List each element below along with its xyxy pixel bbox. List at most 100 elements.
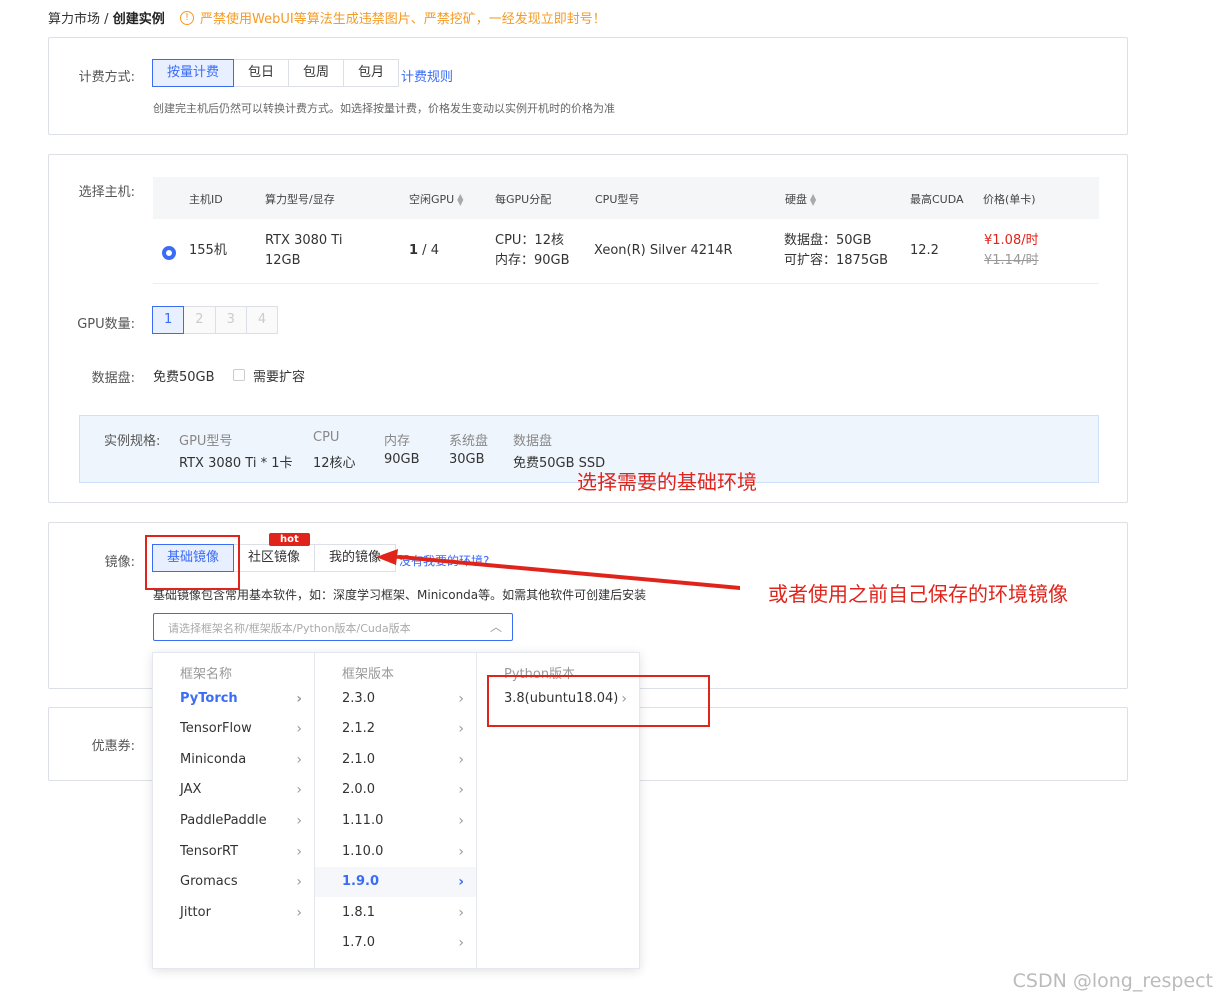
- chevron-right-icon: ›: [296, 721, 302, 737]
- tab-community-image[interactable]: 社区镜像: [233, 544, 316, 572]
- chevron-right-icon: ›: [458, 782, 464, 798]
- billing-option-monthly[interactable]: 包月: [343, 59, 400, 87]
- version-1-9-0[interactable]: 1.9.0 ›: [315, 867, 476, 897]
- gpu-count-4[interactable]: 4: [245, 306, 279, 334]
- version-2-3-0[interactable]: 2.3.0 ›: [315, 684, 476, 714]
- data-disk-label: 数据盘:: [91, 371, 135, 386]
- breadcrumb-separator: /: [104, 12, 109, 27]
- image-select-placeholder: 请选择框架名称/框架版本/Python版本/Cuda版本: [168, 622, 411, 635]
- billing-rules-link[interactable]: 计费规则: [401, 66, 453, 85]
- version-2-0-0[interactable]: 2.0.0 ›: [315, 775, 476, 805]
- expand-label[interactable]: 需要扩容: [253, 366, 305, 385]
- version-header: 框架版本: [342, 667, 395, 682]
- chevron-right-icon: ›: [458, 752, 464, 768]
- framework-jax[interactable]: JAX ›: [153, 775, 314, 805]
- framework-jittor[interactable]: Jittor ›: [153, 898, 314, 928]
- image-select[interactable]: 请选择框架名称/框架版本/Python版本/Cuda版本 ︿: [153, 613, 513, 641]
- col-cpu-model: CPU型号: [595, 193, 640, 206]
- billing-option-daily[interactable]: 包日: [233, 59, 290, 87]
- gpu-count-2[interactable]: 2: [183, 306, 216, 334]
- version-2-1-2[interactable]: 2.1.2 ›: [315, 714, 476, 744]
- watermark: CSDN @long_respect: [1012, 970, 1213, 992]
- col-gpu-alloc: 每GPU分配: [495, 193, 552, 206]
- framework-tensorrt[interactable]: TensorRT ›: [153, 837, 314, 867]
- host-price: ¥1.08/时 ¥1.14/时: [984, 233, 1039, 268]
- host-cuda: 12.2: [910, 243, 939, 258]
- chevron-up-icon: ︿: [489, 620, 502, 634]
- version-1-8-1[interactable]: 1.8.1 ›: [315, 898, 476, 928]
- tab-base-image[interactable]: 基础镜像: [152, 544, 235, 572]
- chevron-right-icon: ›: [296, 813, 302, 829]
- chevron-right-icon: ›: [458, 874, 464, 890]
- warning-text: 严禁使用WebUI等算法生成违禁图片、严禁挖矿，一经发现立即封号！: [200, 12, 606, 27]
- billing-option-weekly[interactable]: 包周: [288, 59, 345, 87]
- spec-v-mem: 90GB: [384, 452, 420, 467]
- framework-header: 框架名称: [180, 667, 233, 682]
- col-free-gpu[interactable]: 空闲GPU ▲ ▼: [409, 191, 463, 207]
- annotation-text-my-image: 或者使用之前自己保存的环境镜像: [768, 582, 1068, 606]
- framework-gromacs[interactable]: Gromacs ›: [153, 867, 314, 897]
- sort-icon[interactable]: ▲ ▼: [810, 193, 816, 207]
- version-1-10-0[interactable]: 1.10.0 ›: [315, 837, 476, 867]
- host-model: RTX 3080 Ti 12GB: [265, 233, 343, 268]
- warning-icon: !: [180, 10, 194, 25]
- framework-miniconda[interactable]: Miniconda ›: [153, 745, 314, 775]
- gpu-count-1[interactable]: 1: [152, 306, 185, 334]
- coupon-label: 优惠券:: [91, 739, 135, 754]
- spec-v-sys: 30GB: [449, 452, 485, 467]
- chevron-right-icon: ›: [458, 905, 464, 921]
- sort-icon[interactable]: ▲ ▼: [457, 193, 463, 207]
- host-id[interactable]: 155机: [189, 241, 227, 261]
- chevron-right-icon: ›: [458, 721, 464, 737]
- chevron-right-icon: ›: [296, 844, 302, 860]
- host-alloc: CPU：12核 内存：90GB: [495, 233, 570, 268]
- framework-tensorflow[interactable]: TensorFlow ›: [153, 714, 314, 744]
- billing-options: 按量计费 包日 包周 包月: [152, 59, 400, 87]
- breadcrumb-current: 创建实例: [112, 12, 165, 27]
- billing-label: 计费方式:: [78, 70, 135, 85]
- hot-badge: hot: [269, 533, 310, 546]
- version-1-7-0[interactable]: 1.7.0 ›: [315, 928, 476, 958]
- warning-banner: ! 严禁使用WebUI等算法生成违禁图片、严禁挖矿，一经发现立即封号！: [180, 8, 606, 27]
- chevron-right-icon: ›: [458, 691, 464, 707]
- chevron-right-icon: ›: [458, 935, 464, 951]
- chevron-right-icon: ›: [296, 782, 302, 798]
- version-1-11-0[interactable]: 1.11.0 ›: [315, 806, 476, 836]
- col-disk[interactable]: 硬盘 ▲ ▼: [785, 191, 816, 207]
- spec-v-cpu: 12核心: [313, 456, 356, 471]
- host-label: 选择主机:: [78, 185, 135, 200]
- chevron-right-icon: ›: [296, 905, 302, 921]
- gpu-count-label: GPU数量:: [77, 317, 135, 332]
- framework-pytorch[interactable]: PyTorch ›: [153, 684, 314, 714]
- host-radio[interactable]: [162, 246, 176, 260]
- spec-h-sys: 系统盘: [449, 434, 489, 449]
- gpu-count-options: 1 2 3 4: [152, 306, 279, 334]
- annotation-text-base-env: 选择需要的基础环境: [577, 470, 757, 494]
- data-disk-free: 免费50GB: [153, 370, 215, 385]
- host-disk: 数据盘：50GB 可扩容：1875GB: [784, 233, 889, 268]
- spec-h-mem: 内存: [384, 434, 411, 449]
- gpu-count-3[interactable]: 3: [214, 306, 247, 334]
- chevron-right-icon: ›: [296, 752, 302, 768]
- billing-option-payg[interactable]: 按量计费: [152, 59, 235, 87]
- billing-hint: 创建完主机后仍然可以转换计费方式。如选择按量计费，价格发生变动以实例开机时的价格…: [153, 102, 615, 115]
- spec-h-data: 数据盘: [513, 434, 553, 449]
- row-divider: [153, 283, 1099, 284]
- version-2-1-0[interactable]: 2.1.0 ›: [315, 745, 476, 775]
- col-price: 价格(单卡): [983, 193, 1036, 206]
- spec-h-cpu: CPU: [313, 430, 340, 445]
- breadcrumb-root[interactable]: 算力市场: [48, 12, 100, 27]
- framework-paddlepaddle[interactable]: PaddlePaddle ›: [153, 806, 314, 836]
- host-cpu-model: Xeon(R) Silver 4214R: [594, 243, 733, 258]
- spec-label: 实例规格:: [104, 434, 161, 449]
- col-host-id: 主机ID: [189, 193, 223, 206]
- image-tabs: 基础镜像 社区镜像 我的镜像: [152, 544, 397, 572]
- version-column: 框架版本 2.3.0 › 2.1.2 › 2.1.0 › 2.0.0 › 1.11.0 ›…: [315, 653, 477, 968]
- image-label: 镜像:: [104, 555, 135, 570]
- host-table-header: 主机ID 算力型号/显存 空闲GPU ▲ ▼ 每GPU分配 CPU型号 硬盘 ▲ ▼ 最…: [153, 177, 1099, 219]
- spec-v-gpu: RTX 3080 Ti * 1卡: [179, 456, 293, 471]
- host-card: 选择主机: 主机ID 算力型号/显存 空闲GPU ▲ ▼ 每GPU分配 CPU型号 …: [48, 154, 1128, 503]
- spec-h-gpu: GPU型号: [179, 434, 233, 449]
- chevron-right-icon: ›: [296, 874, 302, 890]
- expand-checkbox[interactable]: [233, 369, 245, 381]
